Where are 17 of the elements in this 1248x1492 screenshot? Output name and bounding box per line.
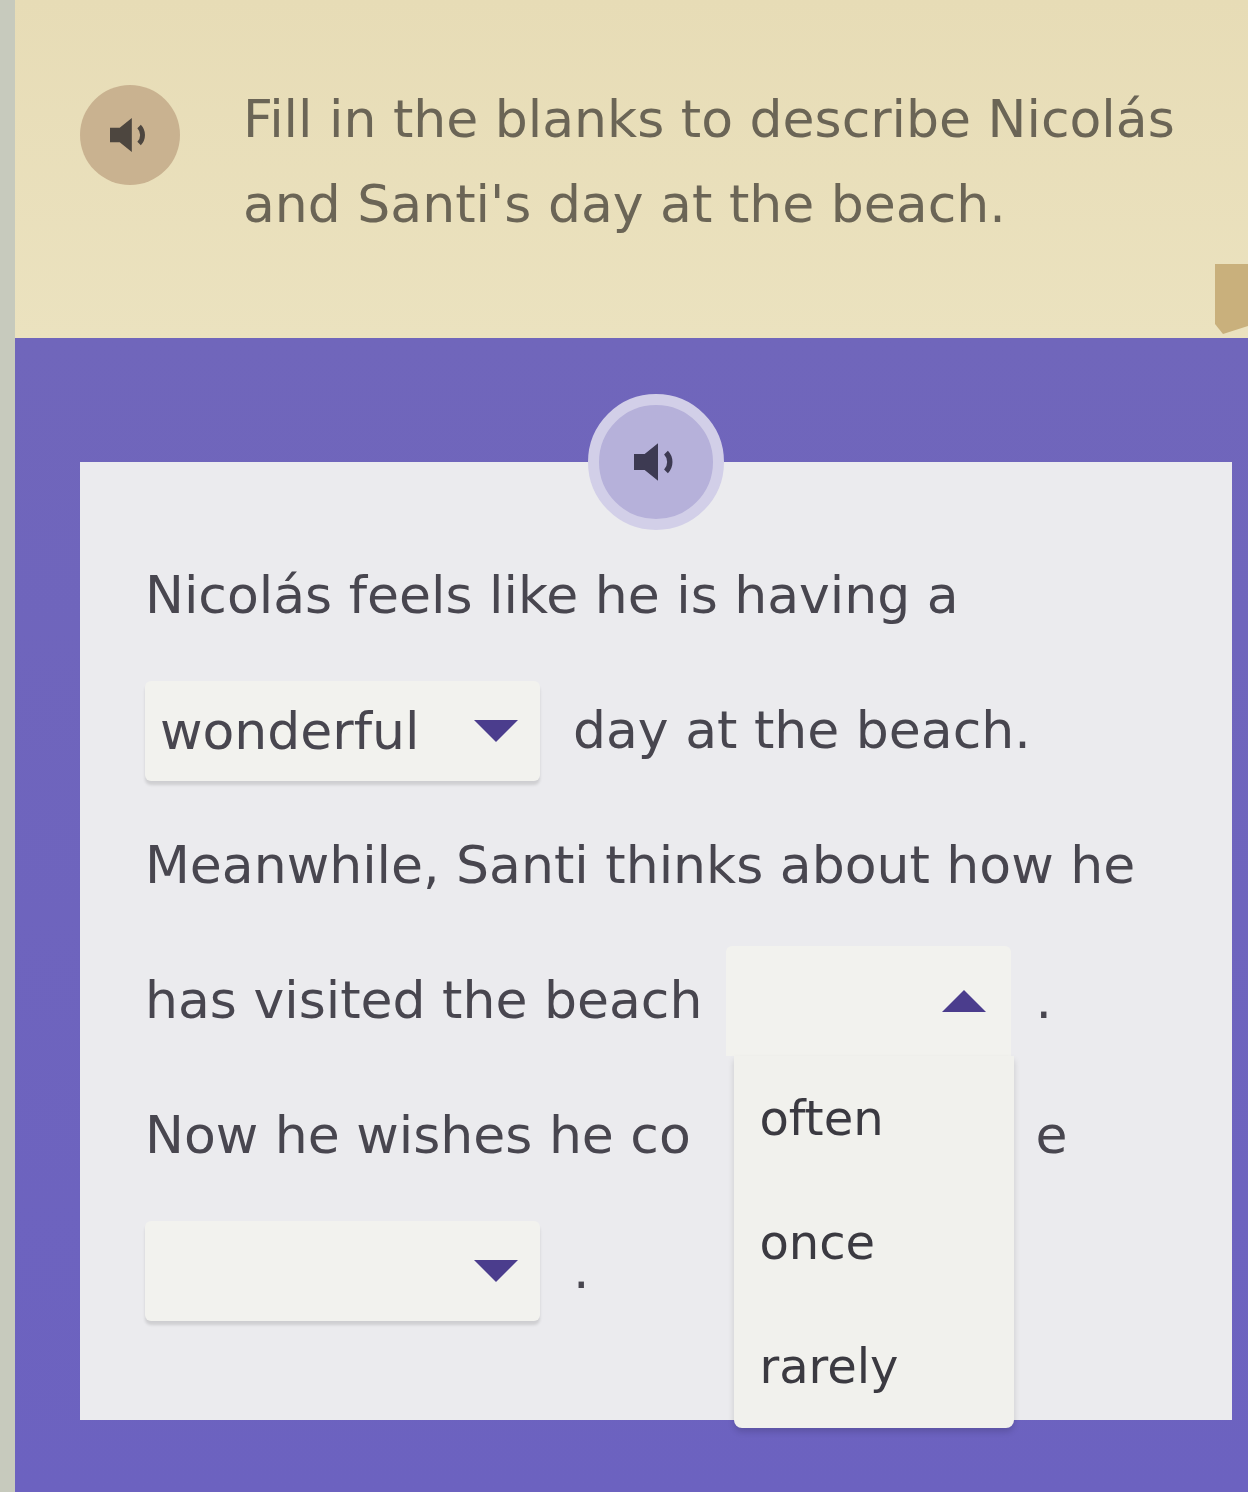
passage-text: .	[1035, 969, 1052, 1032]
passage-text: has visited the beach	[145, 969, 703, 1032]
dropdown-option[interactable]: rarely	[734, 1303, 1015, 1428]
passage-text: e	[1035, 1104, 1068, 1167]
instruction-text: Fill in the blanks to describe Nicolás and Santi's day at the beach.	[243, 88, 1176, 236]
dropdown-option[interactable]: once	[734, 1179, 1015, 1304]
caret-icon	[474, 719, 518, 742]
passage-text: Nicolás feels like he is having a	[145, 564, 959, 627]
dropdown-option[interactable]: often	[734, 1055, 1015, 1180]
passage-text: day at the beach.	[573, 699, 1031, 762]
caret-icon	[942, 989, 987, 1012]
dropdown[interactable]: wonderful	[145, 680, 540, 781]
passage-text: Meanwhile, Santi thinks about how he	[145, 834, 1136, 897]
passage-text: Now he wishes he co	[145, 1104, 691, 1167]
corner-fold-icon	[1215, 264, 1248, 334]
passage-text: .	[573, 1239, 590, 1302]
caret-icon	[474, 1259, 518, 1282]
